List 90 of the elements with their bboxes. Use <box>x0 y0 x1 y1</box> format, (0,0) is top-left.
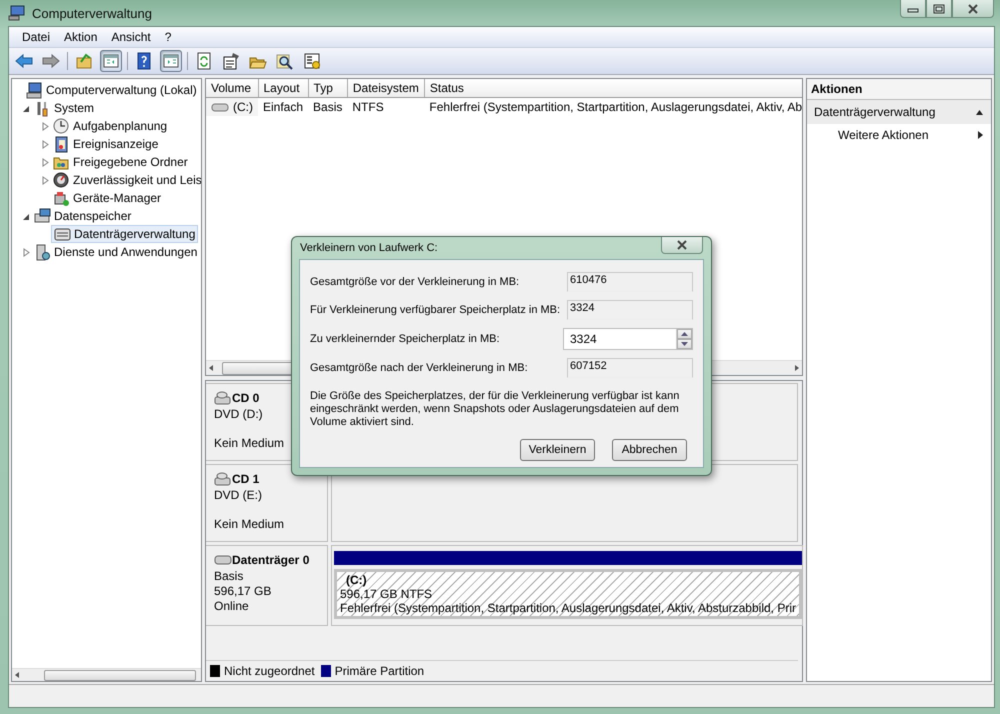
field-label: Zu verkleinernder Speicherplatz in MB: <box>310 333 500 345</box>
collapsed-arrow-icon[interactable] <box>42 122 48 130</box>
column-header[interactable]: Typ <box>308 79 348 98</box>
computer-icon <box>26 82 43 98</box>
storage-icon <box>34 208 51 224</box>
disk-detail: 596,17 GB <box>214 584 272 598</box>
event-log-icon <box>53 136 70 152</box>
collapsed-arrow-icon[interactable] <box>42 176 48 184</box>
tree-item[interactable]: Datenspeicher <box>32 207 134 225</box>
collapsed-arrow-icon[interactable] <box>42 140 48 148</box>
dialog-title: Verkleinern von Laufwerk C: <box>300 242 438 254</box>
clock-icon <box>53 118 70 134</box>
info-text: Die Größe des Speicherplatzes, der für die Verkleinerung verfügbar ist kann eingeschränkt werden, wenn Snapshots oder Auslagerungsdateien auf dem Volume aktiviert sind. <box>310 390 680 429</box>
cd-drive-icon <box>214 471 232 487</box>
tree-item[interactable]: Freigegebene Ordner <box>51 153 190 171</box>
tree-item[interactable]: Aufgabenplanung <box>51 117 170 135</box>
partition-status: Fehlerfrei (Systempartition, Startpartition, Auslagerungsdatei, Aktiv, Absturzabbild, Prir <box>340 601 796 615</box>
actions-header: Aktionen <box>807 79 991 100</box>
tree-item[interactable]: System <box>32 99 96 117</box>
table-cell: (C:) <box>233 100 253 114</box>
disk-detail: DVD (E:) <box>214 488 263 502</box>
scroll-thumb[interactable] <box>44 670 196 680</box>
tree-item[interactable]: Geräte-Manager <box>51 189 164 207</box>
services-icon <box>34 244 51 260</box>
field-label: Für Verkleinerung verfügbarer Speicherplatz in MB: <box>310 304 560 316</box>
legend-label: Primäre Partition <box>334 664 424 678</box>
gauge-icon <box>53 172 70 188</box>
table-cell: NTFS <box>347 98 424 116</box>
collapsed-arrow-icon[interactable] <box>22 248 30 256</box>
device-manager-icon <box>53 190 70 206</box>
disk-name: CD 0 <box>232 391 260 405</box>
tree-pane-button[interactable] <box>100 50 122 72</box>
tree-item[interactable]: Zuverlässigkeit und Leis <box>51 171 201 189</box>
column-header[interactable]: Volume <box>206 79 258 98</box>
number-field[interactable]: 3324 <box>563 328 693 350</box>
menu-item[interactable]: ? <box>158 30 178 44</box>
legend-label: Nicht zugeordnet <box>224 664 315 678</box>
collapsed-arrow-icon[interactable] <box>42 158 48 166</box>
tree-item[interactable]: Ereignisanzeige <box>51 135 160 153</box>
expanded-arrow-icon[interactable] <box>22 104 30 112</box>
menu-item[interactable]: Datei <box>15 30 58 44</box>
minimize-button[interactable] <box>900 0 926 18</box>
collapse-arrow-icon <box>976 110 983 114</box>
action-pane-button[interactable] <box>160 50 182 72</box>
disk-drive-icon <box>54 226 71 242</box>
disk-name: Datenträger 0 <box>232 553 310 567</box>
tree-item[interactable]: Datenträgerverwaltung <box>51 225 198 243</box>
partition-block[interactable]: (C:) 596,17 GB NTFS Fehlerfrei (Systempartition, Startpartition, Auslagerungsdatei, Aktiv, Absturzabbild, Prir <box>334 569 802 619</box>
actions-section[interactable]: Datenträgerverwaltung <box>807 100 991 124</box>
disk-detail: Basis <box>214 569 244 583</box>
menu-item[interactable]: Aktion <box>57 30 104 44</box>
expanded-arrow-icon[interactable] <box>22 212 30 220</box>
tree-item[interactable]: Computerverwaltung (Lokal) <box>24 81 199 99</box>
close-icon <box>676 240 688 250</box>
disk-detail: Kein Medium <box>214 436 286 450</box>
close-icon <box>967 4 979 14</box>
readonly-field: 610476 <box>567 272 693 292</box>
disk-name: CD 1 <box>232 472 260 486</box>
cd-drive-icon <box>214 390 232 406</box>
spin-buttons[interactable] <box>676 329 692 349</box>
menu-item[interactable]: Ansicht <box>104 30 158 44</box>
section-title: Datenträgerverwaltung <box>814 105 936 119</box>
app-icon <box>8 5 26 21</box>
field-label: Gesamtgröße nach der Verkleinerung in MB: <box>310 362 528 374</box>
close-button[interactable] <box>661 237 703 254</box>
submenu-arrow-icon <box>978 131 983 139</box>
readonly-field: 3324 <box>567 300 693 320</box>
close-button[interactable] <box>952 0 994 18</box>
disk-detail: Kein Medium <box>214 517 286 531</box>
column-header[interactable]: Status <box>424 79 802 98</box>
column-header[interactable]: Layout <box>258 79 308 98</box>
window-title: Computerverwaltung <box>32 6 152 20</box>
table-cell: Einfach <box>258 98 308 116</box>
action-label: Weitere Aktionen <box>838 128 928 142</box>
disk-detail: Online <box>214 599 250 613</box>
partition-size: 596,17 GB NTFS <box>340 587 432 601</box>
shrink-button[interactable]: Verkleinern <box>520 439 595 461</box>
horizontal-scrollbar[interactable] <box>12 668 201 681</box>
cancel-button[interactable]: Abbrechen <box>612 439 687 461</box>
maximize-button[interactable] <box>926 0 952 18</box>
maximize-icon <box>933 4 945 14</box>
tree-item[interactable]: Dienste und Anwendungen <box>32 243 200 261</box>
drive-icon <box>211 102 229 112</box>
partition-name: (C:) <box>345 573 367 587</box>
column-header[interactable]: Dateisystem <box>347 79 424 98</box>
action-item[interactable]: Weitere Aktionen <box>807 124 991 146</box>
table-cell: Fehlerfrei (Systempartition, Startpartition, Auslagerungsdatei, Aktiv, Ab <box>424 98 802 116</box>
table-cell: Basis <box>308 98 348 116</box>
readonly-field: 607152 <box>567 358 693 378</box>
field-label: Gesamtgröße vor der Verkleinerung in MB: <box>310 276 520 288</box>
